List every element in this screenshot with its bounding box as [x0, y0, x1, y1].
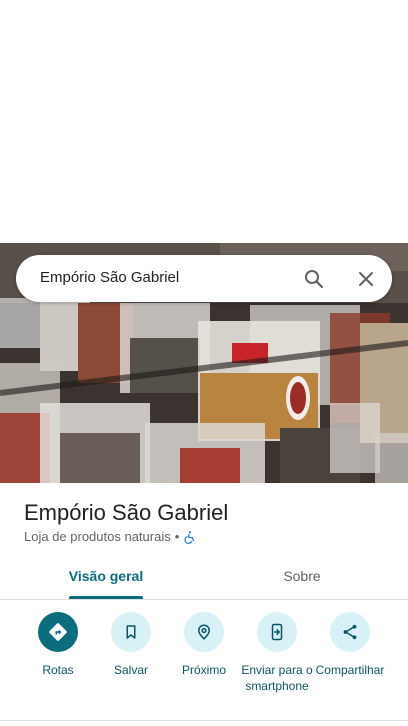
directions-button[interactable]: Rotas [20, 612, 96, 678]
save-button[interactable]: Salvar [93, 612, 169, 678]
share-button[interactable]: Compartilhar [312, 612, 388, 678]
directions-icon [38, 612, 78, 652]
search-bar[interactable]: Empório São Gabriel [16, 255, 392, 302]
save-label: Salvar [113, 663, 148, 677]
wheelchair-accessible-icon [184, 530, 195, 544]
divider [0, 720, 408, 721]
place-title: Empório São Gabriel [24, 500, 229, 525]
search-icon[interactable] [302, 267, 326, 291]
bookmark-icon [111, 612, 151, 652]
tab-about[interactable]: Sobre [200, 556, 404, 600]
map-area-blank [0, 0, 408, 243]
nearby-icon [184, 612, 224, 652]
place-category: Loja de produtos naturais [24, 529, 171, 544]
send-to-phone-icon [257, 612, 297, 652]
tab-overview[interactable]: Visão geral [4, 556, 208, 600]
close-icon[interactable] [354, 267, 378, 291]
action-buttons: Rotas Salvar Próximo Enviar para o smart… [0, 612, 408, 712]
separator: • [174, 529, 180, 544]
share-label: Compartilhar [315, 663, 385, 677]
share-icon [330, 612, 370, 652]
send-to-phone-label: Enviar para o smartphone [241, 663, 313, 693]
place-tabs: Visão geral Sobre [0, 556, 408, 600]
search-query[interactable]: Empório São Gabriel [40, 269, 179, 286]
nearby-label: Próximo [181, 663, 226, 677]
directions-label: Rotas [42, 663, 74, 677]
selected-tab-indicator [69, 596, 143, 599]
place-subtitle: Loja de produtos naturais • [24, 529, 197, 544]
send-to-phone-button[interactable]: Enviar para o smartphone [239, 612, 315, 694]
nearby-button[interactable]: Próximo [166, 612, 242, 678]
